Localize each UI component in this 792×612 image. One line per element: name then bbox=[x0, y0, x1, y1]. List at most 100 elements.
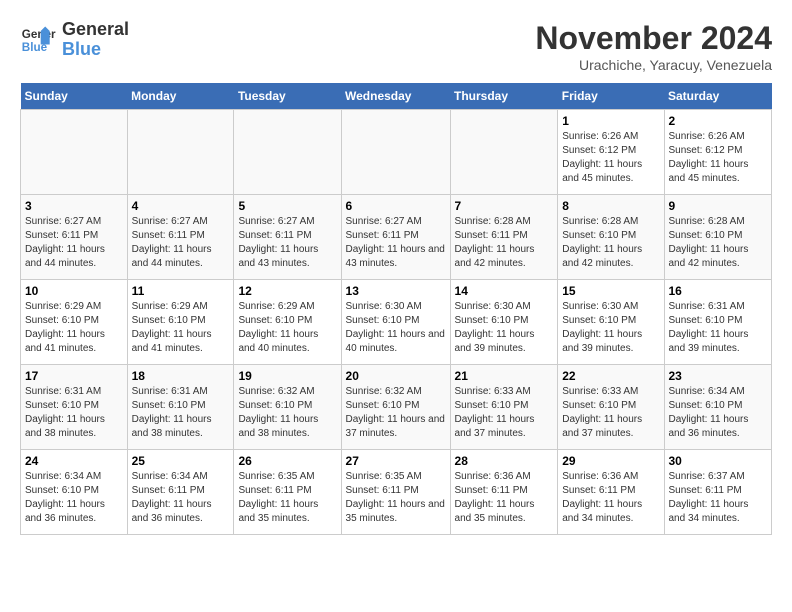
day-number: 7 bbox=[455, 199, 554, 213]
day-info: Sunrise: 6:34 AM Sunset: 6:10 PM Dayligh… bbox=[669, 385, 768, 441]
day-number: 21 bbox=[455, 369, 554, 383]
day-info: Sunrise: 6:29 AM Sunset: 6:10 PM Dayligh… bbox=[238, 300, 336, 356]
logo-icon: General Blue bbox=[20, 22, 56, 58]
calendar-cell: 10 Sunrise: 6:29 AM Sunset: 6:10 PM Dayli… bbox=[21, 280, 128, 365]
header-cell-sunday: Sunday bbox=[21, 83, 128, 110]
header-cell-wednesday: Wednesday bbox=[341, 83, 450, 110]
title-block: November 2024 Urachiche, Yaracuy, Venezu… bbox=[535, 20, 772, 73]
day-number: 14 bbox=[455, 284, 554, 298]
day-info: Sunrise: 6:28 AM Sunset: 6:10 PM Dayligh… bbox=[562, 215, 659, 271]
day-number: 16 bbox=[669, 284, 768, 298]
calendar-cell: 11 Sunrise: 6:29 AM Sunset: 6:10 PM Dayli… bbox=[127, 280, 234, 365]
calendar-cell: 8 Sunrise: 6:28 AM Sunset: 6:10 PM Daylig… bbox=[558, 195, 664, 280]
day-number: 15 bbox=[562, 284, 659, 298]
day-number: 5 bbox=[238, 199, 336, 213]
day-number: 24 bbox=[25, 454, 123, 468]
day-number: 28 bbox=[455, 454, 554, 468]
day-info: Sunrise: 6:30 AM Sunset: 6:10 PM Dayligh… bbox=[346, 300, 446, 356]
day-number: 2 bbox=[669, 114, 768, 128]
calendar-cell: 28 Sunrise: 6:36 AM Sunset: 6:11 PM Dayli… bbox=[450, 450, 558, 535]
header-row: SundayMondayTuesdayWednesdayThursdayFrid… bbox=[21, 83, 772, 110]
week-row-2: 3 Sunrise: 6:27 AM Sunset: 6:11 PM Daylig… bbox=[21, 195, 772, 280]
day-info: Sunrise: 6:32 AM Sunset: 6:10 PM Dayligh… bbox=[238, 385, 336, 441]
calendar-cell: 27 Sunrise: 6:35 AM Sunset: 6:11 PM Dayli… bbox=[341, 450, 450, 535]
day-info: Sunrise: 6:33 AM Sunset: 6:10 PM Dayligh… bbox=[562, 385, 659, 441]
day-info: Sunrise: 6:33 AM Sunset: 6:10 PM Dayligh… bbox=[455, 385, 554, 441]
day-number: 12 bbox=[238, 284, 336, 298]
header-cell-friday: Friday bbox=[558, 83, 664, 110]
header-cell-tuesday: Tuesday bbox=[234, 83, 341, 110]
logo-text: General Blue bbox=[62, 20, 129, 60]
day-info: Sunrise: 6:34 AM Sunset: 6:10 PM Dayligh… bbox=[25, 470, 123, 526]
day-number: 26 bbox=[238, 454, 336, 468]
calendar-cell bbox=[450, 110, 558, 195]
header-cell-monday: Monday bbox=[127, 83, 234, 110]
calendar-cell: 5Sunrise: 6:27 AM Sunset: 6:11 PM Daylig… bbox=[234, 195, 341, 280]
calendar-cell: 20Sunrise: 6:32 AM Sunset: 6:10 PM Dayli… bbox=[341, 365, 450, 450]
day-info: Sunrise: 6:37 AM Sunset: 6:11 PM Dayligh… bbox=[669, 470, 768, 526]
day-number: 27 bbox=[346, 454, 446, 468]
day-info: Sunrise: 6:27 AM Sunset: 6:11 PM Dayligh… bbox=[346, 215, 446, 271]
calendar-cell: 22Sunrise: 6:33 AM Sunset: 6:10 PM Dayli… bbox=[558, 365, 664, 450]
calendar-cell: 4 Sunrise: 6:27 AM Sunset: 6:11 PM Daylig… bbox=[127, 195, 234, 280]
day-info: Sunrise: 6:36 AM Sunset: 6:11 PM Dayligh… bbox=[455, 470, 554, 526]
day-number: 9 bbox=[669, 199, 768, 213]
day-number: 3 bbox=[25, 199, 123, 213]
day-number: 18 bbox=[132, 369, 230, 383]
day-info: Sunrise: 6:29 AM Sunset: 6:10 PM Dayligh… bbox=[132, 300, 230, 356]
svg-text:General: General bbox=[22, 28, 56, 41]
day-info: Sunrise: 6:36 AM Sunset: 6:11 PM Dayligh… bbox=[562, 470, 659, 526]
week-row-4: 17Sunrise: 6:31 AM Sunset: 6:10 PM Dayli… bbox=[21, 365, 772, 450]
calendar-cell: 23 Sunrise: 6:34 AM Sunset: 6:10 PM Dayli… bbox=[664, 365, 772, 450]
week-row-1: 1 Sunrise: 6:26 AM Sunset: 6:12 PM Daylig… bbox=[21, 110, 772, 195]
day-info: Sunrise: 6:35 AM Sunset: 6:11 PM Dayligh… bbox=[346, 470, 446, 526]
calendar-cell: 3Sunrise: 6:27 AM Sunset: 6:11 PM Daylig… bbox=[21, 195, 128, 280]
calendar-cell: 13 Sunrise: 6:30 AM Sunset: 6:10 PM Dayli… bbox=[341, 280, 450, 365]
calendar-cell: 18 Sunrise: 6:31 AM Sunset: 6:10 PM Dayli… bbox=[127, 365, 234, 450]
day-number: 6 bbox=[346, 199, 446, 213]
day-info: Sunrise: 6:34 AM Sunset: 6:11 PM Dayligh… bbox=[132, 470, 230, 526]
day-number: 1 bbox=[562, 114, 659, 128]
day-info: Sunrise: 6:31 AM Sunset: 6:10 PM Dayligh… bbox=[132, 385, 230, 441]
header-cell-thursday: Thursday bbox=[450, 83, 558, 110]
week-row-5: 24 Sunrise: 6:34 AM Sunset: 6:10 PM Dayli… bbox=[21, 450, 772, 535]
day-info: Sunrise: 6:28 AM Sunset: 6:10 PM Dayligh… bbox=[669, 215, 768, 271]
calendar-cell bbox=[234, 110, 341, 195]
calendar-cell: 21 Sunrise: 6:33 AM Sunset: 6:10 PM Dayli… bbox=[450, 365, 558, 450]
calendar-cell: 25Sunrise: 6:34 AM Sunset: 6:11 PM Dayli… bbox=[127, 450, 234, 535]
day-info: Sunrise: 6:29 AM Sunset: 6:10 PM Dayligh… bbox=[25, 300, 123, 356]
calendar-cell: 17Sunrise: 6:31 AM Sunset: 6:10 PM Dayli… bbox=[21, 365, 128, 450]
calendar-cell: 2 Sunrise: 6:26 AM Sunset: 6:12 PM Daylig… bbox=[664, 110, 772, 195]
day-info: Sunrise: 6:30 AM Sunset: 6:10 PM Dayligh… bbox=[562, 300, 659, 356]
calendar-cell: 1 Sunrise: 6:26 AM Sunset: 6:12 PM Daylig… bbox=[558, 110, 664, 195]
calendar-cell: 9 Sunrise: 6:28 AM Sunset: 6:10 PM Daylig… bbox=[664, 195, 772, 280]
calendar-cell bbox=[341, 110, 450, 195]
day-info: Sunrise: 6:35 AM Sunset: 6:11 PM Dayligh… bbox=[238, 470, 336, 526]
day-info: Sunrise: 6:31 AM Sunset: 6:10 PM Dayligh… bbox=[669, 300, 768, 356]
header-cell-saturday: Saturday bbox=[664, 83, 772, 110]
calendar-cell: 6 Sunrise: 6:27 AM Sunset: 6:11 PM Daylig… bbox=[341, 195, 450, 280]
calendar-cell: 26 Sunrise: 6:35 AM Sunset: 6:11 PM Dayli… bbox=[234, 450, 341, 535]
day-number: 11 bbox=[132, 284, 230, 298]
day-info: Sunrise: 6:32 AM Sunset: 6:10 PM Dayligh… bbox=[346, 385, 446, 441]
day-number: 13 bbox=[346, 284, 446, 298]
day-number: 19 bbox=[238, 369, 336, 383]
day-info: Sunrise: 6:27 AM Sunset: 6:11 PM Dayligh… bbox=[132, 215, 230, 271]
calendar-cell: 7Sunrise: 6:28 AM Sunset: 6:11 PM Daylig… bbox=[450, 195, 558, 280]
month-title: November 2024 bbox=[535, 20, 772, 57]
calendar-cell: 16 Sunrise: 6:31 AM Sunset: 6:10 PM Dayli… bbox=[664, 280, 772, 365]
day-info: Sunrise: 6:26 AM Sunset: 6:12 PM Dayligh… bbox=[562, 130, 659, 186]
day-info: Sunrise: 6:30 AM Sunset: 6:10 PM Dayligh… bbox=[455, 300, 554, 356]
day-number: 23 bbox=[669, 369, 768, 383]
day-info: Sunrise: 6:31 AM Sunset: 6:10 PM Dayligh… bbox=[25, 385, 123, 441]
day-info: Sunrise: 6:26 AM Sunset: 6:12 PM Dayligh… bbox=[669, 130, 768, 186]
calendar-table: SundayMondayTuesdayWednesdayThursdayFrid… bbox=[20, 83, 772, 535]
day-number: 10 bbox=[25, 284, 123, 298]
calendar-cell: 19 Sunrise: 6:32 AM Sunset: 6:10 PM Dayli… bbox=[234, 365, 341, 450]
day-number: 8 bbox=[562, 199, 659, 213]
page-header: General Blue General Blue November 2024 … bbox=[20, 20, 772, 73]
calendar-cell: 12 Sunrise: 6:29 AM Sunset: 6:10 PM Dayli… bbox=[234, 280, 341, 365]
calendar-cell: 30 Sunrise: 6:37 AM Sunset: 6:11 PM Dayli… bbox=[664, 450, 772, 535]
day-number: 30 bbox=[669, 454, 768, 468]
day-number: 4 bbox=[132, 199, 230, 213]
